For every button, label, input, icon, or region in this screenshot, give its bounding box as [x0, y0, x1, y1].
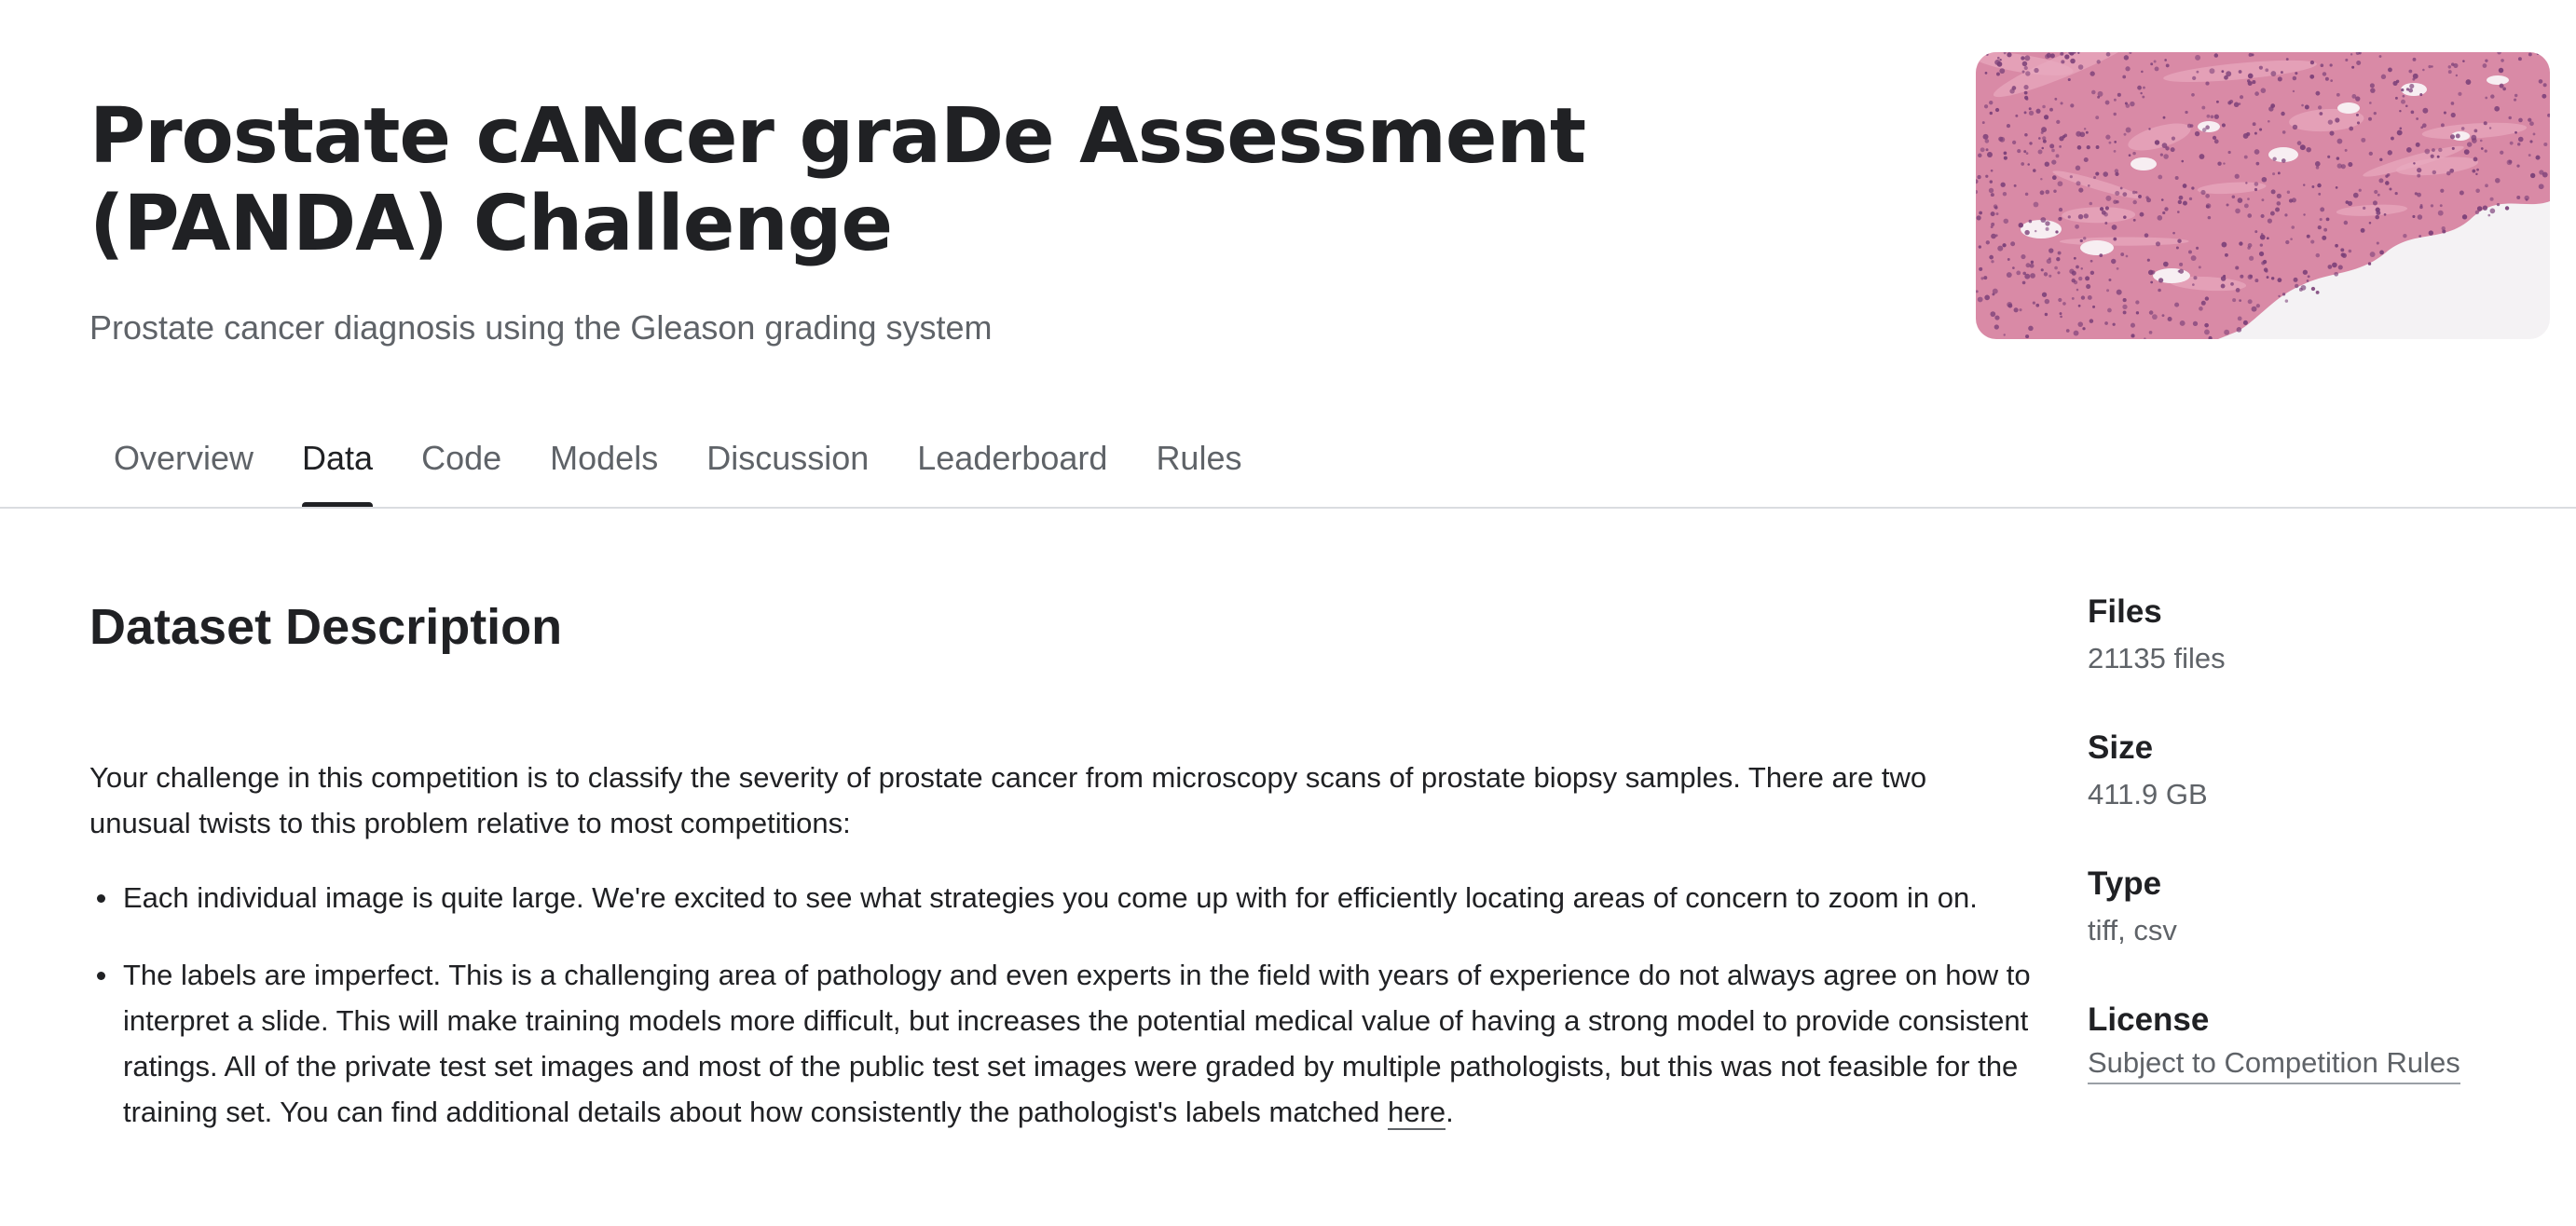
license-label: License — [2088, 1001, 2210, 1038]
dataset-metadata-sidebar: Files 21135 files Size 411.9 GB Type tif… — [2088, 589, 2535, 1127]
tab-models[interactable]: Models — [526, 430, 682, 509]
dataset-bullet-list: Each individual image is quite large. We… — [89, 875, 2047, 1135]
tab-data[interactable]: Data — [278, 430, 397, 509]
tab-overview[interactable]: Overview — [89, 430, 278, 509]
bullet-text: The labels are imperfect. This is a chal… — [123, 959, 2031, 1128]
list-item: Each individual image is quite large. We… — [89, 875, 2047, 920]
dataset-intro: Your challenge in this competition is to… — [89, 761, 1927, 839]
competition-hero-image — [1976, 52, 2550, 339]
size-label: Size — [2088, 729, 2154, 766]
size-meta: Size 411.9 GB — [2088, 725, 2535, 818]
competition-tabs: Overview Data Code Models Discussion Lea… — [89, 430, 1266, 509]
files-meta: Files 21135 files — [2088, 589, 2535, 682]
license-meta: License Subject to Competition Rules — [2088, 997, 2535, 1084]
bullet-end: . — [1446, 1096, 1454, 1128]
type-label: Type — [2088, 865, 2162, 902]
bullet-dot — [97, 894, 105, 903]
page-title: Prostate cANcer graDe Assessment (PANDA)… — [89, 92, 1586, 268]
type-meta: Type tiff, csv — [2088, 861, 2535, 954]
dataset-description: Dataset Description Your challenge in th… — [89, 596, 2047, 1166]
files-label: Files — [2088, 593, 2162, 630]
competition-data-page: Prostate cANcer graDe Assessment (PANDA)… — [0, 0, 2576, 1226]
histology-tissue-image — [1976, 52, 2550, 339]
tab-code[interactable]: Code — [397, 430, 526, 509]
files-value: 21135 files — [2088, 642, 2226, 674]
list-item: The labels are imperfect. This is a chal… — [89, 952, 2047, 1135]
page-subtitle: Prostate cancer diagnosis using the Glea… — [89, 308, 993, 347]
bullet-dot — [97, 972, 105, 980]
tabs-divider — [0, 507, 2576, 509]
competition-header: Prostate cANcer graDe Assessment (PANDA)… — [89, 93, 1860, 348]
tab-leaderboard[interactable]: Leaderboard — [893, 430, 1131, 509]
section-heading: Dataset Description — [89, 599, 563, 655]
size-value: 411.9 GB — [2088, 778, 2208, 811]
here-link[interactable]: here — [1388, 1096, 1446, 1130]
type-value: tiff, csv — [2088, 914, 2177, 947]
tab-discussion[interactable]: Discussion — [682, 430, 893, 509]
tab-rules[interactable]: Rules — [1131, 430, 1266, 509]
bullet-text: Each individual image is quite large. We… — [123, 881, 1978, 914]
license-link[interactable]: Subject to Competition Rules — [2088, 1043, 2460, 1084]
